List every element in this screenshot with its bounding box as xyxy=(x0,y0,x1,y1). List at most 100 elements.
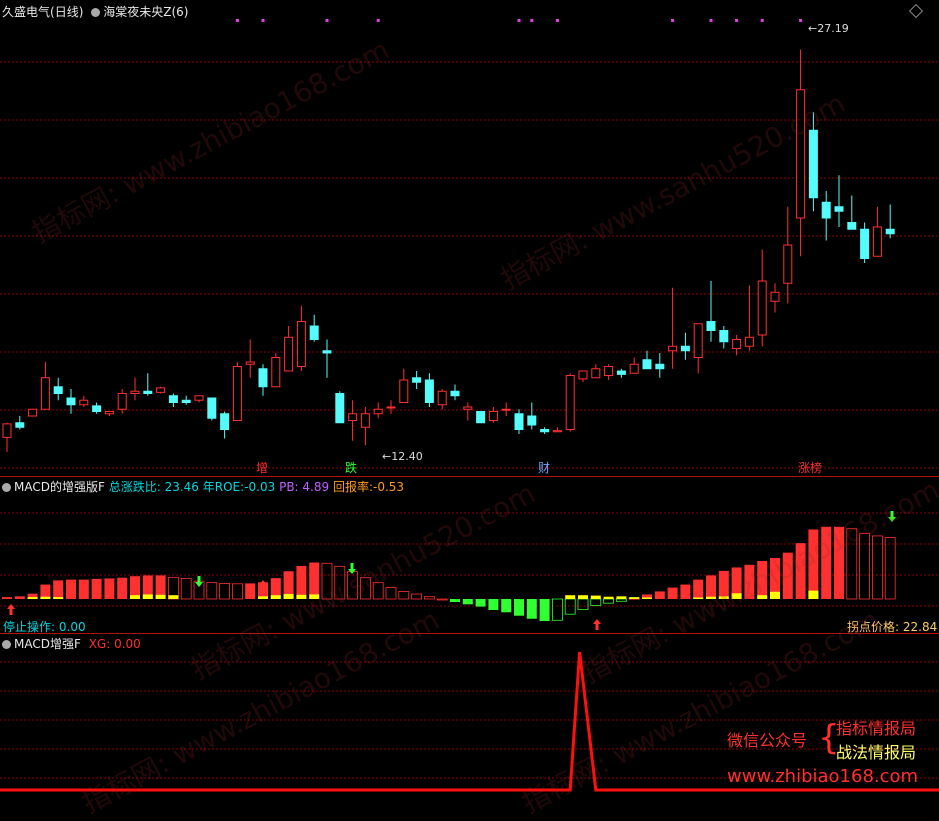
signal-dot xyxy=(709,19,713,22)
macd-bar xyxy=(411,593,423,600)
candle-body xyxy=(885,228,895,235)
event-badge-cai[interactable]: 财 xyxy=(535,461,553,475)
macd-bar xyxy=(231,583,243,600)
macd-bar xyxy=(78,579,89,599)
candle-body xyxy=(53,386,63,394)
candle-body xyxy=(2,423,12,438)
candle-body xyxy=(834,206,844,212)
signal-dot xyxy=(235,19,239,22)
ad-brand-2: 战法情报局 xyxy=(836,743,917,762)
macd-bar xyxy=(859,533,870,600)
xg-panel[interactable]: MACD增强F XG: 0.00 微信公众号 { 指标情报局 战法情报局 www… xyxy=(0,633,939,794)
candle-body xyxy=(680,345,690,352)
macd-bar xyxy=(488,599,499,611)
macd-bar xyxy=(2,597,12,599)
macd-yellow-bar xyxy=(309,594,320,599)
ad-url: www.zhibiao168.com xyxy=(727,766,919,787)
macd-histogram[interactable] xyxy=(0,477,939,634)
macd-bar xyxy=(501,599,512,613)
macd-bar xyxy=(590,598,602,606)
signal-dot xyxy=(735,19,739,22)
macd-bar xyxy=(347,571,359,600)
macd-bar xyxy=(450,599,460,603)
candle-body xyxy=(668,345,678,352)
signal-dot xyxy=(760,19,764,22)
price-panel[interactable]: 久盛电气(日线) 海棠夜未央Z(6) 增 跌 财 涨榜 ←27.19 ←12.4… xyxy=(0,0,939,476)
macd-bar xyxy=(577,598,589,611)
event-badge-zeng[interactable]: 增 xyxy=(253,461,271,475)
macd-yellow-bar xyxy=(40,596,51,599)
candle-body xyxy=(565,375,575,430)
macd-bar xyxy=(680,584,691,599)
macd-yellow-bar xyxy=(706,596,716,599)
high-price-label: ←27.19 xyxy=(808,22,849,35)
signal-dot xyxy=(325,19,329,22)
candle-body xyxy=(28,408,38,417)
macd-bar xyxy=(526,599,537,619)
macd-yellow-bar xyxy=(168,595,179,599)
candle-body xyxy=(796,89,806,219)
candle-body xyxy=(552,430,562,433)
signal-dot xyxy=(376,19,380,22)
macd-yellow-bar xyxy=(53,597,64,599)
macd-bar xyxy=(834,526,844,599)
candle-body xyxy=(207,397,217,419)
candlestick-chart[interactable] xyxy=(0,0,939,476)
candle-body xyxy=(412,377,422,383)
candle-body xyxy=(335,393,345,424)
macd-bar xyxy=(219,583,231,600)
candle-body xyxy=(386,406,396,409)
macd-yellow-bar xyxy=(283,594,294,599)
macd-panel[interactable]: MACD的增强版F 总涨跌比: 23.46 年ROE:-0.03 PB: 4.8… xyxy=(0,476,939,634)
macd-bar xyxy=(475,599,486,607)
candle-body xyxy=(360,413,370,428)
macd-bar xyxy=(808,529,819,599)
candle-body xyxy=(156,387,166,393)
candle-body xyxy=(373,408,383,415)
macd-yellow-bar xyxy=(770,591,780,599)
event-badge-zhangbang[interactable]: 涨榜 xyxy=(795,461,825,475)
macd-yellow-bar xyxy=(757,595,768,599)
candle-body xyxy=(642,359,652,370)
candle-body xyxy=(309,325,319,340)
macd-bar xyxy=(706,575,716,599)
macd-bar xyxy=(245,583,256,599)
macd-yellow-bar xyxy=(616,596,627,599)
buy-arrow-icon xyxy=(593,619,601,630)
macd-yellow-bar xyxy=(270,595,281,599)
macd-bar xyxy=(846,528,858,600)
candle-body xyxy=(488,411,498,421)
candle-body xyxy=(130,390,140,394)
candle-body xyxy=(770,291,780,302)
candle-body xyxy=(296,321,306,367)
sell-arrow-icon xyxy=(348,563,356,574)
macd-yellow-bar xyxy=(642,597,652,599)
macd-bar xyxy=(66,579,76,599)
macd-bar xyxy=(53,580,64,599)
candle-body xyxy=(232,366,242,421)
candle-body xyxy=(40,377,50,410)
candle-body xyxy=(860,228,870,259)
candle-body xyxy=(527,415,537,426)
candle-body xyxy=(501,408,511,411)
macd-bar xyxy=(462,599,473,605)
macd-bar xyxy=(693,579,704,599)
macd-bar xyxy=(385,587,397,600)
macd-yellow-bar xyxy=(808,590,819,599)
event-badge-die[interactable]: 跌 xyxy=(342,461,360,475)
candle-body xyxy=(872,226,882,257)
candle-body xyxy=(220,413,230,430)
candle-body xyxy=(143,390,153,394)
candle-body xyxy=(424,379,434,403)
candle-body xyxy=(181,399,191,403)
macd-bar xyxy=(296,565,307,599)
candle-body xyxy=(604,366,614,376)
macd-bar xyxy=(564,598,576,615)
candle-body xyxy=(655,363,665,370)
macd-bar xyxy=(616,598,627,602)
candle-body xyxy=(399,379,409,403)
candle-body xyxy=(258,368,268,388)
macd-bar xyxy=(14,596,25,599)
candle-body xyxy=(271,357,281,388)
candle-body xyxy=(808,129,818,199)
